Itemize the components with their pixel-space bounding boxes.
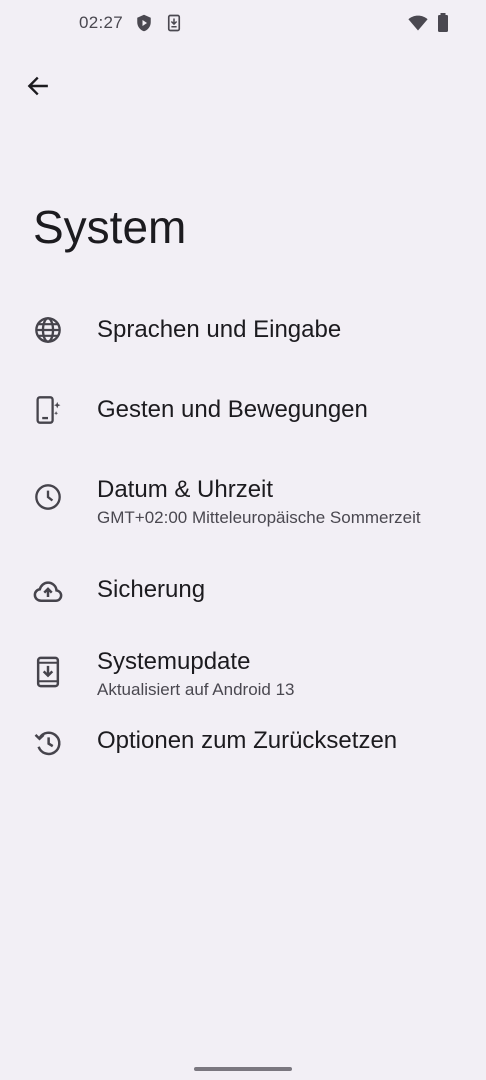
setting-reset-options[interactable]: Optionen zum Zurücksetzen [0,727,486,820]
setting-backup[interactable]: Sicherung [0,555,486,635]
system-update-icon [33,656,63,688]
back-button[interactable] [14,62,62,110]
setting-gestures[interactable]: Gesten und Bewegungen [0,370,486,450]
setting-title: Sprachen und Eingabe [97,316,342,343]
setting-title: Optionen zum Zurücksetzen [97,727,398,754]
gestures-phone-icon [33,395,63,425]
shield-play-icon [134,13,154,33]
setting-summary: GMT+02:00 Mitteleuropäische Sommerzeit [97,508,421,527]
status-time: 02:27 [79,13,124,32]
setting-summary: Aktualisiert auf Android 13 [97,680,295,699]
wifi-icon [408,13,428,33]
cloud-upload-icon [33,577,63,607]
setting-title: Gesten und Bewegungen [97,396,368,423]
setting-title: Systemupdate [97,648,251,675]
settings-list: Sprachen und Eingabe Gesten und Bewegung… [0,290,486,820]
setting-languages-input[interactable]: Sprachen und Eingabe [0,290,486,370]
status-bar: 02:27 [0,0,486,48]
navigation-handle[interactable] [194,1067,292,1071]
history-reset-icon [33,728,63,758]
globe-icon [33,315,63,345]
setting-title: Datum & Uhrzeit [97,476,274,503]
arrow-back-icon [27,76,48,96]
download-notification-icon [164,13,184,33]
page-title: System [33,201,187,253]
clock-icon [33,482,63,512]
setting-title: Sicherung [97,576,206,603]
battery-icon [433,13,453,33]
setting-system-update[interactable]: Systemupdate Aktualisiert auf Android 13 [0,635,486,740]
setting-date-time[interactable]: Datum & Uhrzeit GMT+02:00 Mitteleuropäis… [0,450,486,555]
